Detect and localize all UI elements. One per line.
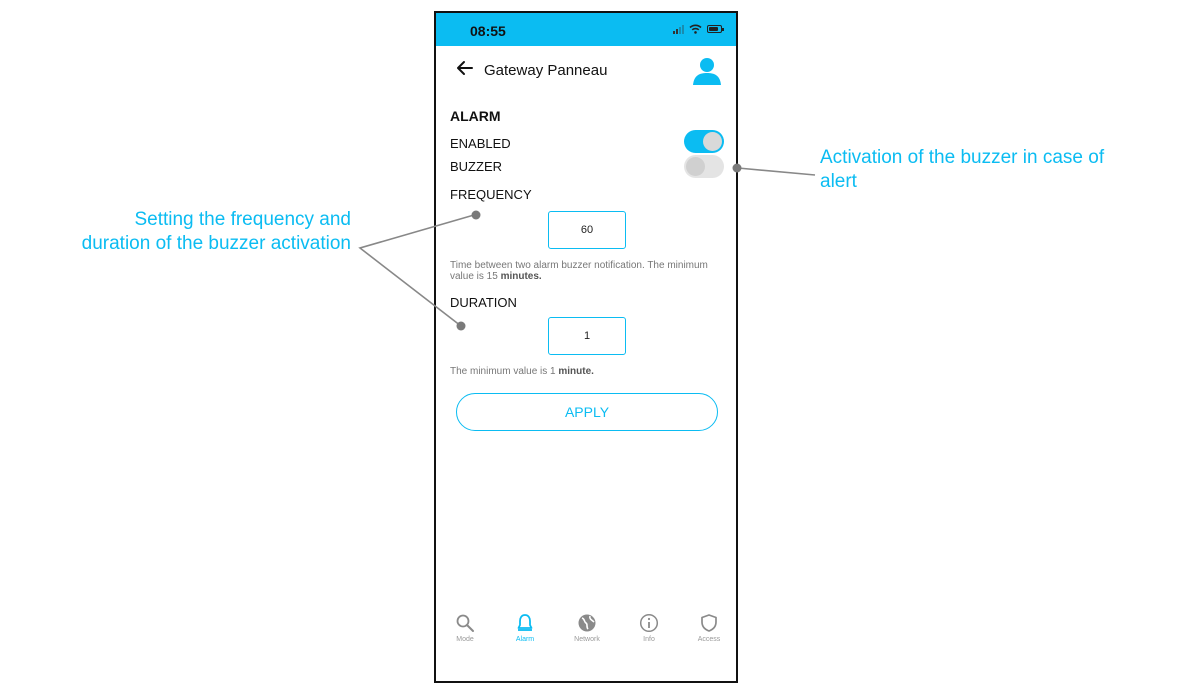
phone-screen: 08:55 Gateway Panneau ALARM ENABLED BUZZ… [434,11,738,683]
frequency-label: FREQUENCY [450,187,532,202]
duration-input[interactable] [548,317,626,355]
status-icons [673,24,724,34]
tab-access[interactable]: Access [684,613,734,643]
frequency-input[interactable] [548,211,626,249]
duration-label: DURATION [450,295,517,310]
back-arrow-icon[interactable] [456,60,474,76]
battery-icon [707,25,724,33]
globe-icon [578,614,596,632]
bottom-tab-bar: Mode Alarm Network Info Access [436,613,736,663]
buzzer-label: BUZZER [450,159,502,174]
annotation-line: duration of the buzzer activation [81,233,351,254]
apply-button[interactable]: APPLY [456,393,718,431]
signal-icon [673,24,684,34]
tab-alarm[interactable]: Alarm [500,613,550,643]
status-bar: 08:55 [436,13,736,46]
page-title: Gateway Panneau [484,62,608,79]
toggle-knob [703,132,722,151]
alarm-section-title: ALARM [450,108,501,124]
duration-helper-text: The minimum value is 1 minute. [450,366,720,377]
app-header: Gateway Panneau [436,53,736,89]
annotation-frequency-duration: Setting the frequency and duration of th… [82,208,351,256]
info-icon [639,613,659,633]
tab-mode[interactable]: Mode [440,613,490,643]
tab-label: Mode [456,636,474,643]
tab-network[interactable]: Network [562,613,612,643]
frequency-helper-text: Time between two alarm buzzer notificati… [450,260,720,282]
annotation-line: alert [820,171,857,192]
annotation-line: Setting the frequency and [134,209,351,230]
search-icon [456,614,474,632]
enabled-label: ENABLED [450,136,511,151]
enabled-toggle[interactable] [684,130,724,153]
tab-info[interactable]: Info [624,613,674,643]
user-icon[interactable] [692,56,722,86]
buzzer-toggle[interactable] [684,155,724,178]
frequency-help-emphasis: minutes. [500,271,542,282]
tab-label: Access [697,636,721,643]
annotation-buzzer: Activation of the buzzer in case of aler… [820,146,1185,194]
duration-help-emphasis: minute. [558,366,594,377]
duration-help: The minimum value is 1 [450,366,559,377]
frequency-help: Time between two alarm buzzer notificati… [450,260,708,282]
tab-label: Alarm [515,636,535,643]
annotation-line: Activation of the buzzer in case of [820,147,1105,168]
tab-label: Network [574,636,600,643]
tab-label: Info [643,636,655,643]
toggle-knob [686,157,705,176]
status-time: 08:55 [470,23,506,39]
shield-icon [701,614,717,632]
wifi-icon [689,24,702,34]
bell-icon [517,614,533,631]
